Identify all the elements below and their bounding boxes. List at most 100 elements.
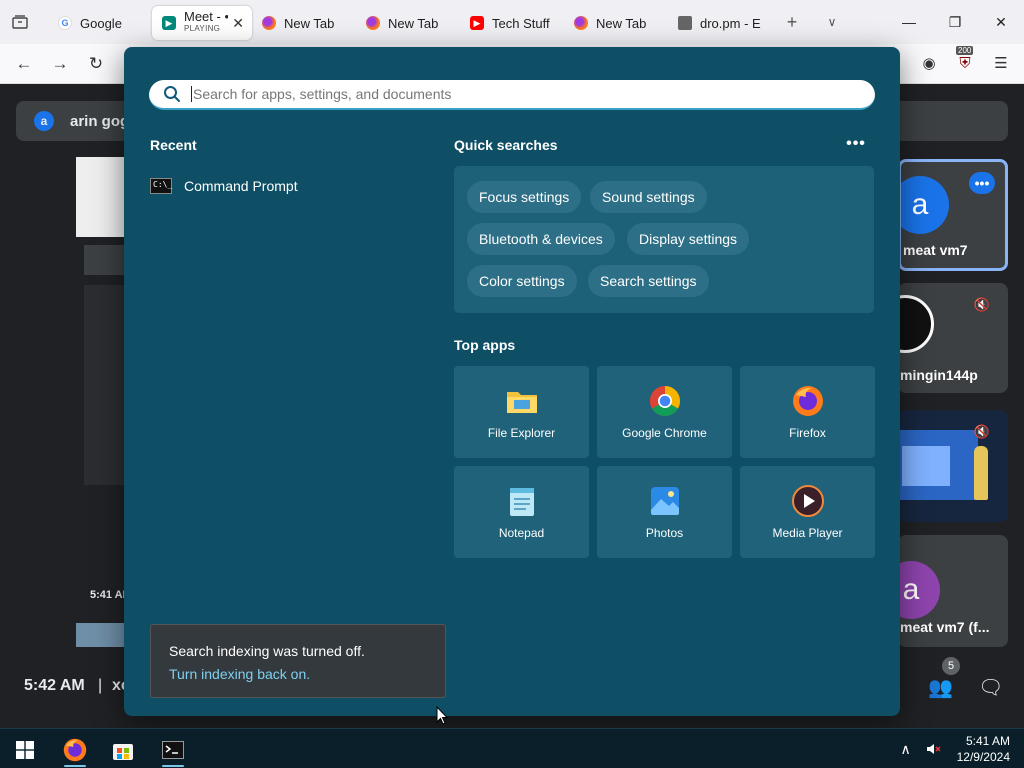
- tab-meet[interactable]: ▶ Meet - • PLAYING ✕: [152, 6, 252, 40]
- restore-icon: ❐: [948, 13, 962, 30]
- recent-heading: Recent: [150, 137, 197, 153]
- search-bar[interactable]: [149, 80, 875, 110]
- system-tray: ∧ 5:41 AM 12/9/2024: [895, 729, 1024, 768]
- show-hidden-icons-button[interactable]: ∧: [895, 738, 917, 760]
- shared-screen-panel: [84, 285, 126, 485]
- avatar: [898, 295, 934, 353]
- tab-title: New Tab: [388, 15, 439, 31]
- tab-tech-stuff[interactable]: ▶ Tech Stuff: [460, 6, 564, 40]
- tab-playing-label: PLAYING: [184, 24, 221, 33]
- app-label: Notepad: [498, 526, 545, 540]
- participant-tile[interactable]: 🔇: [898, 410, 1008, 522]
- video-feed: [974, 446, 988, 500]
- people-icon[interactable]: 👥: [928, 675, 953, 700]
- video-feed: [902, 446, 950, 486]
- back-button[interactable]: ←: [12, 52, 36, 76]
- turn-indexing-on-link[interactable]: Turn indexing back on.: [169, 666, 427, 682]
- quick-search-search-settings[interactable]: Search settings: [588, 265, 709, 297]
- avatar: a: [901, 176, 949, 234]
- quick-search-sound-settings[interactable]: Sound settings: [590, 181, 707, 213]
- window-controls: — ❐ ✕: [886, 0, 1024, 44]
- app-notepad[interactable]: Notepad: [454, 466, 589, 558]
- firefox-icon: [574, 16, 588, 30]
- taskbar-clock[interactable]: 5:41 AM 12/9/2024: [957, 733, 1010, 765]
- tab-list-icon: [12, 15, 28, 29]
- app-media-player[interactable]: Media Player: [740, 466, 875, 558]
- account-button[interactable]: ◉: [918, 52, 940, 74]
- google-icon: G: [58, 16, 72, 30]
- tab-title: Tech Stuff: [492, 15, 550, 31]
- running-indicator: [64, 765, 86, 767]
- ublock-button[interactable]: ⛨ 200: [954, 46, 976, 74]
- tab-new-tab[interactable]: New Tab: [356, 6, 460, 40]
- people-count-badge: 5: [942, 657, 960, 675]
- tab-list-button[interactable]: [0, 0, 40, 44]
- quick-search-focus-settings[interactable]: Focus settings: [467, 181, 582, 213]
- arrow-left-icon: ←: [15, 54, 33, 73]
- browser-tab-strip: G Google ▶ Meet - • PLAYING ✕ New Tab Ne…: [0, 0, 1024, 44]
- volume-button[interactable]: [923, 738, 945, 760]
- firefox-icon: [63, 738, 87, 762]
- tab-new-tab[interactable]: New Tab: [252, 6, 356, 40]
- presenter-name: arin gog: [70, 112, 130, 130]
- app-label: File Explorer: [487, 426, 556, 440]
- app-label: Photos: [645, 526, 684, 540]
- quick-search-bluetooth-devices[interactable]: Bluetooth & devices: [467, 223, 615, 255]
- running-indicator: [162, 765, 184, 767]
- quick-search-color-settings[interactable]: Color settings: [467, 265, 577, 297]
- start-button[interactable]: [6, 733, 44, 767]
- indexing-message: Search indexing was turned off.: [169, 643, 365, 659]
- toolbar-right: ◉ ⛨ 200 ☰: [918, 46, 1012, 74]
- shared-screen-taskbar: [76, 623, 126, 647]
- arrow-right-icon: →: [51, 54, 69, 73]
- firefox-icon: [366, 16, 380, 30]
- clock-time: 5:41 AM: [965, 734, 1010, 748]
- account-icon: ◉: [922, 55, 936, 72]
- search-input[interactable]: [191, 86, 831, 102]
- app-firefox[interactable]: Firefox: [740, 366, 875, 458]
- store-icon: [113, 744, 133, 760]
- forward-button[interactable]: →: [48, 52, 72, 76]
- app-file-explorer[interactable]: File Explorer: [454, 366, 589, 458]
- youtube-icon: ▶: [470, 16, 484, 30]
- participant-tile[interactable]: a meat vm7 (f...: [898, 535, 1008, 647]
- app-photos[interactable]: Photos: [597, 466, 732, 558]
- tab-title: New Tab: [596, 15, 647, 31]
- more-options-button[interactable]: •••: [844, 135, 868, 155]
- chrome-icon: [648, 384, 682, 418]
- start-search-panel: Recent C:\_ Command Prompt Quick searche…: [124, 47, 900, 716]
- tab-google[interactable]: G Google: [48, 6, 152, 40]
- restore-button[interactable]: ❐: [932, 0, 978, 44]
- quick-search-display-settings[interactable]: Display settings: [627, 223, 750, 255]
- app-label: Media Player: [772, 526, 843, 540]
- tab-new-tab[interactable]: New Tab: [564, 6, 668, 40]
- participant-tile[interactable]: a ••• meat vm7: [898, 159, 1008, 271]
- recent-item-label: Command Prompt: [184, 178, 298, 194]
- reload-button[interactable]: ↻: [84, 52, 108, 76]
- close-window-button[interactable]: ✕: [978, 0, 1024, 44]
- new-tab-button[interactable]: +: [772, 0, 812, 44]
- meeting-time: 5:42 AM: [24, 677, 85, 694]
- close-icon[interactable]: ✕: [232, 15, 244, 32]
- chat-icon[interactable]: 🗨: [978, 675, 1003, 700]
- indexing-notice: Search indexing was turned off. Turn ind…: [150, 624, 446, 698]
- tab-dro-pm[interactable]: dro.pm - E: [668, 6, 772, 40]
- participant-name: mingin144p: [900, 367, 978, 383]
- clock-date: 12/9/2024: [956, 750, 1010, 764]
- more-options-icon[interactable]: •••: [969, 172, 995, 194]
- participant-name: meat vm7 (f...: [900, 619, 990, 635]
- taskbar-firefox[interactable]: [56, 733, 94, 767]
- tab-title: Meet - •: [184, 11, 228, 24]
- search-icon: [163, 85, 181, 103]
- recent-item-command-prompt[interactable]: C:\_ Command Prompt: [150, 171, 400, 201]
- participant-tile[interactable]: 🔇 mingin144p: [898, 283, 1008, 393]
- extension-badge: 200: [956, 46, 974, 55]
- app-google-chrome[interactable]: Google Chrome: [597, 366, 732, 458]
- minimize-button[interactable]: —: [886, 0, 932, 44]
- page-icon: [678, 16, 692, 30]
- meet-icon: ▶: [162, 16, 176, 30]
- menu-button[interactable]: ☰: [990, 52, 1012, 74]
- taskbar-command-prompt[interactable]: [154, 733, 192, 767]
- tab-overflow-button[interactable]: ∨: [812, 0, 852, 44]
- taskbar-store[interactable]: [104, 733, 142, 767]
